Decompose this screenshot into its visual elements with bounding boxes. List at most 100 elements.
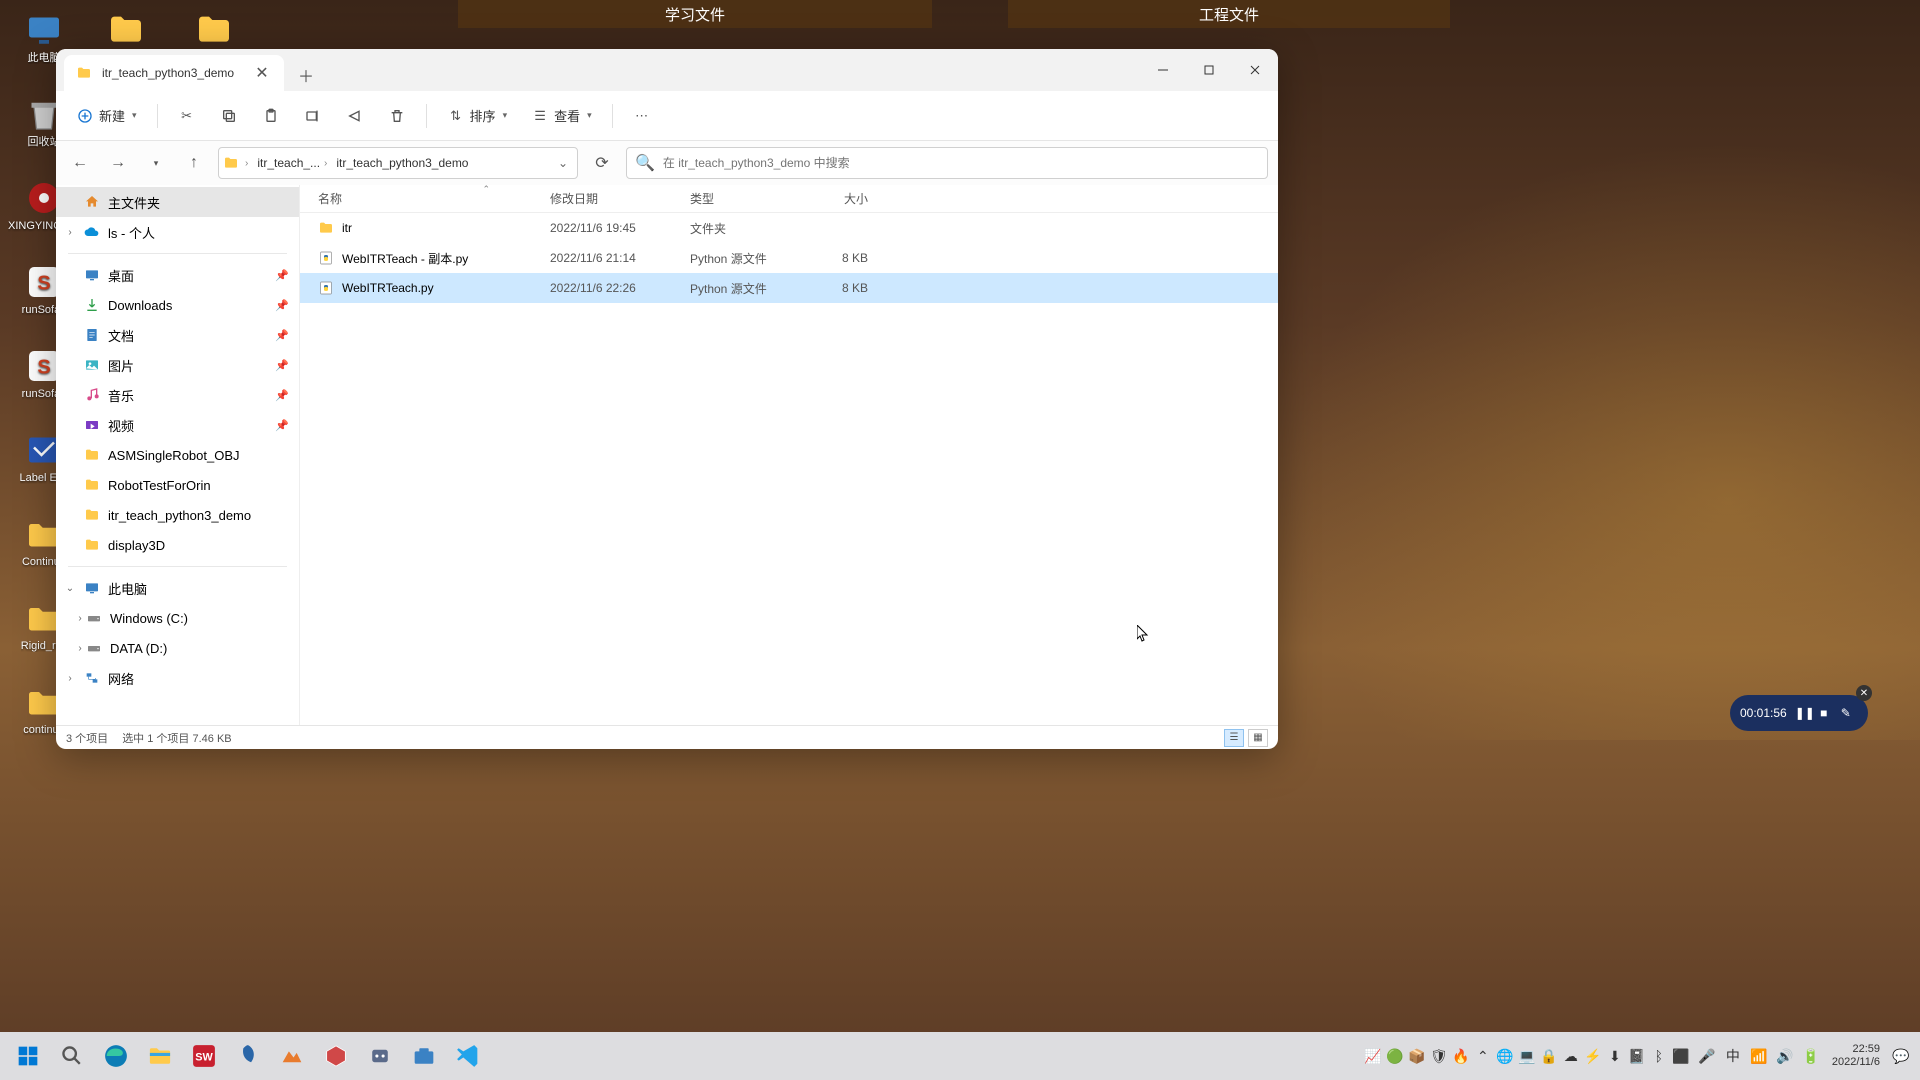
search-input[interactable] — [663, 156, 1259, 170]
chevron-right-icon[interactable]: › — [74, 643, 86, 654]
ime-indicator[interactable]: 中 — [1722, 1036, 1744, 1076]
tray-graph-icon[interactable]: 📈 — [1362, 1036, 1384, 1076]
sidebar-this-pc[interactable]: ⌄ 此电脑 — [56, 573, 299, 603]
search-box[interactable]: 🔍 — [626, 147, 1268, 179]
chevron-right-icon[interactable]: › — [64, 227, 76, 238]
tab-close-icon[interactable]: ✕ — [254, 65, 270, 81]
pause-icon[interactable]: ❚❚ — [1795, 706, 1809, 720]
sort-button[interactable]: ⇅排序▾ — [439, 100, 516, 132]
maximize-button[interactable] — [1186, 49, 1232, 91]
sidebar-drive-c[interactable]: › Windows (C:) — [56, 603, 299, 633]
sidebar-item--[interactable]: 音乐📌 — [56, 380, 299, 410]
taskbar-search[interactable] — [52, 1036, 92, 1076]
desktop-fence-study[interactable]: 学习文件 — [458, 0, 932, 28]
taskbar-cube[interactable] — [316, 1036, 356, 1076]
volume-icon[interactable]: 🔊 — [1774, 1036, 1796, 1076]
taskbar-edge[interactable] — [96, 1036, 136, 1076]
battery-icon[interactable]: 🔋 — [1800, 1036, 1822, 1076]
tray-shield-icon[interactable]: 🛡 — [1428, 1036, 1450, 1076]
sidebar-item-downloads[interactable]: Downloads📌 — [56, 290, 299, 320]
share-button[interactable] — [338, 100, 372, 132]
notifications-icon[interactable]: 💬 — [1890, 1036, 1912, 1076]
tray-tray-up-icon[interactable]: ⌃ — [1472, 1036, 1494, 1076]
file-rows[interactable]: itr2022/11/6 19:45文件夹WebITRTeach - 副本.py… — [300, 213, 1278, 725]
taskbar-matlab[interactable] — [272, 1036, 312, 1076]
col-type[interactable]: 类型 — [690, 190, 802, 207]
copy-button[interactable] — [212, 100, 246, 132]
tray-dl-icon[interactable]: ⬇ — [1604, 1036, 1626, 1076]
sidebar-item-itr-teach-python3-demo[interactable]: itr_teach_python3_demo — [56, 500, 299, 530]
taskbar-settings-leaf[interactable] — [228, 1036, 268, 1076]
wifi-icon[interactable]: 📶 — [1748, 1036, 1770, 1076]
delete-button[interactable] — [380, 100, 414, 132]
refresh-button[interactable]: ⟳ — [588, 149, 616, 177]
file-row[interactable]: itr2022/11/6 19:45文件夹 — [300, 213, 1278, 243]
tray-nvidia-icon[interactable]: ⬛ — [1670, 1036, 1692, 1076]
new-button[interactable]: 新建▾ — [68, 100, 145, 132]
recorder-close-icon[interactable]: ✕ — [1856, 685, 1872, 701]
tray-bolt-icon[interactable]: ⚡ — [1582, 1036, 1604, 1076]
sidebar-home[interactable]: 主文件夹 — [56, 187, 299, 217]
sidebar-onedrive[interactable]: › ls - 个人 — [56, 217, 299, 247]
edit-icon[interactable]: ✎ — [1839, 706, 1853, 720]
crumb-parent[interactable]: itr_teach_...› — [254, 154, 332, 172]
tray-green-dot-icon[interactable]: 🟢 — [1384, 1036, 1406, 1076]
explorer-tab[interactable]: itr_teach_python3_demo ✕ — [64, 55, 284, 91]
desktop-fence-project[interactable]: 工程文件 — [1008, 0, 1450, 28]
details-view-toggle[interactable]: ☰ — [1224, 729, 1244, 747]
address-bar[interactable]: › itr_teach_...› itr_teach_python3_demo … — [218, 147, 578, 179]
navigation-pane[interactable]: 主文件夹 › ls - 个人 桌面📌Downloads📌文档📌图片📌音乐📌视频📌… — [56, 185, 300, 725]
tray-bt-icon[interactable]: ᛒ — [1648, 1036, 1670, 1076]
sidebar-item-asmsinglerobot-obj[interactable]: ASMSingleRobot_OBJ — [56, 440, 299, 470]
tray-globe-icon[interactable]: 🌐 — [1494, 1036, 1516, 1076]
forward-button[interactable]: → — [104, 149, 132, 177]
screen-recorder-widget[interactable]: ✕ 00:01:56 ❚❚ ■ ✎ — [1730, 695, 1868, 731]
tray-flame-icon[interactable]: 🔥 — [1450, 1036, 1472, 1076]
sidebar-item--[interactable]: 文档📌 — [56, 320, 299, 350]
tray-lock-icon[interactable]: 🔒 — [1538, 1036, 1560, 1076]
view-button[interactable]: ☰查看▾ — [523, 100, 600, 132]
crumb-current[interactable]: itr_teach_python3_demo — [333, 154, 471, 172]
sidebar-network[interactable]: › 网络 — [56, 663, 299, 693]
sidebar-item-robottestfororin[interactable]: RobotTestForOrin — [56, 470, 299, 500]
sidebar-item--[interactable]: 视频📌 — [56, 410, 299, 440]
recent-dropdown[interactable]: ▾ — [142, 149, 170, 177]
col-size[interactable]: 大小 — [802, 190, 880, 207]
close-button[interactable] — [1232, 49, 1278, 91]
chevron-right-icon[interactable]: › — [64, 673, 76, 684]
up-button[interactable]: ↑ — [180, 149, 208, 177]
taskbar-start[interactable] — [8, 1036, 48, 1076]
taskbar-explorer[interactable] — [140, 1036, 180, 1076]
minimize-button[interactable] — [1140, 49, 1186, 91]
cut-button[interactable]: ✂ — [170, 100, 204, 132]
chevron-right-icon[interactable]: › — [74, 613, 86, 624]
icons-view-toggle[interactable]: ▦ — [1248, 729, 1268, 747]
tray-onenote-icon[interactable]: 📓 — [1626, 1036, 1648, 1076]
address-dropdown-icon[interactable]: ⌄ — [553, 156, 573, 170]
taskbar-solidworks[interactable]: SW — [184, 1036, 224, 1076]
taskbar-robot[interactable] — [360, 1036, 400, 1076]
sidebar-item--[interactable]: 桌面📌 — [56, 260, 299, 290]
rename-button[interactable] — [296, 100, 330, 132]
tray-cloud-icon[interactable]: ☁ — [1560, 1036, 1582, 1076]
col-name[interactable]: 名称⌃ — [318, 190, 550, 207]
file-row[interactable]: WebITRTeach - 副本.py2022/11/6 21:14Python… — [300, 243, 1278, 273]
chevron-down-icon[interactable]: ⌄ — [64, 583, 76, 594]
new-tab-button[interactable]: ＋ — [290, 59, 322, 91]
taskbar-vscode[interactable] — [448, 1036, 488, 1076]
more-button[interactable]: ⋯ — [625, 100, 659, 132]
sidebar-item--[interactable]: 图片📌 — [56, 350, 299, 380]
paste-button[interactable] — [254, 100, 288, 132]
taskbar-toolbox[interactable] — [404, 1036, 444, 1076]
taskbar-clock[interactable]: 22:59 2022/11/6 — [1826, 1043, 1886, 1069]
tray-box-icon[interactable]: 📦 — [1406, 1036, 1428, 1076]
sidebar-drive-d[interactable]: › DATA (D:) — [56, 633, 299, 663]
tray-laptop-icon[interactable]: 💻 — [1516, 1036, 1538, 1076]
col-date[interactable]: 修改日期 — [550, 190, 690, 207]
crumb-root[interactable]: › — [240, 156, 253, 171]
sidebar-item-display3d[interactable]: display3D — [56, 530, 299, 560]
microphone-icon[interactable]: 🎤 — [1696, 1036, 1718, 1076]
stop-icon[interactable]: ■ — [1817, 706, 1831, 720]
file-row[interactable]: WebITRTeach.py2022/11/6 22:26Python 源文件8… — [300, 273, 1278, 303]
back-button[interactable]: ← — [66, 149, 94, 177]
